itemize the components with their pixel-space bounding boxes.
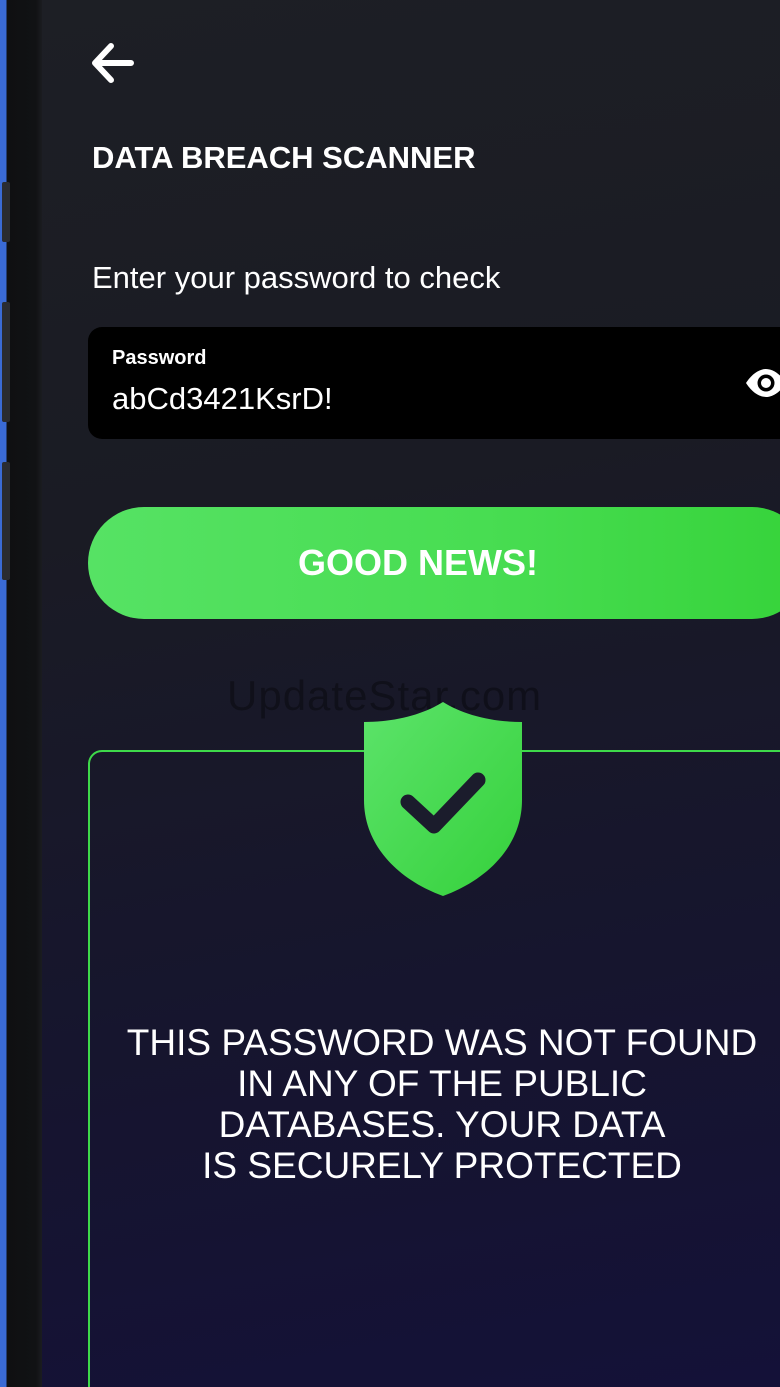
device-side-button [2, 302, 10, 422]
result-message: THIS PASSWORD WAS NOT FOUND IN ANY OF TH… [102, 1022, 780, 1186]
toggle-visibility-button[interactable] [742, 361, 780, 405]
result-message-line: DATABASES. YOUR DATA [218, 1104, 666, 1145]
arrow-left-icon [92, 43, 134, 83]
result-message-line: THIS PASSWORD WAS NOT FOUND [126, 1022, 758, 1063]
shield-check-icon [364, 702, 522, 896]
password-prompt: Enter your password to check [92, 260, 501, 295]
password-field[interactable]: Password abCd3421KsrD! [88, 327, 780, 439]
password-input-value[interactable]: abCd3421KsrD! [112, 381, 333, 417]
back-button[interactable] [84, 34, 142, 92]
result-status-label: GOOD NEWS! [298, 542, 538, 583]
device-side-button [2, 462, 10, 580]
device-side-button [2, 182, 10, 242]
result-message-line: IN ANY OF THE PUBLIC [237, 1063, 647, 1104]
app-screen: DATA BREACH SCANNER Enter your password … [42, 0, 780, 1387]
result-status-button[interactable]: GOOD NEWS! [88, 507, 780, 619]
password-field-label: Password [112, 347, 207, 369]
page-title: DATA BREACH SCANNER [92, 140, 476, 175]
result-message-line: IS SECURELY PROTECTED [202, 1145, 682, 1186]
device-frame [0, 0, 42, 1387]
eye-icon [746, 369, 780, 397]
